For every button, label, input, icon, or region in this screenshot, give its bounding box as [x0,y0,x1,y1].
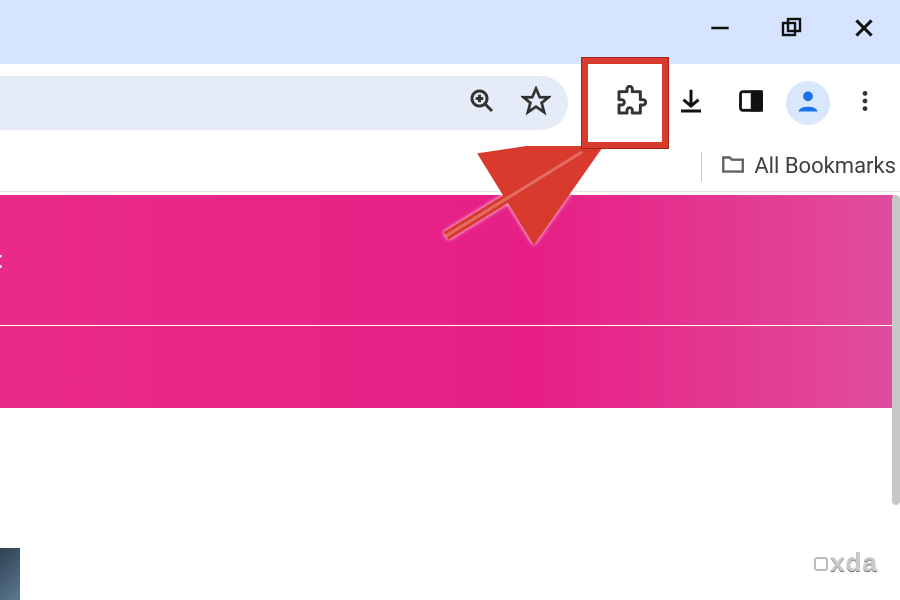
all-bookmarks-button[interactable]: All Bookmarks [720,151,896,183]
folder-icon [720,151,746,183]
close-icon [851,15,877,45]
bookmarks-bar: All Bookmarks [0,142,900,192]
maximize-icon [780,16,804,44]
window-titlebar [0,0,900,64]
minimize-button[interactable] [698,8,742,52]
close-button[interactable] [842,8,886,52]
minimize-icon [707,15,733,45]
page-header-text-fragment: t [0,246,2,274]
extensions-icon [615,85,647,121]
more-vert-icon [852,88,878,118]
page-scrollbar[interactable] [888,195,900,600]
page-content: t [0,195,895,600]
download-icon [676,86,706,120]
zoom-in-icon [467,86,497,120]
scrollbar-thumb[interactable] [892,195,900,505]
maximize-button[interactable] [770,8,814,52]
browser-toolbar [0,64,900,142]
side-panel-icon [737,87,765,119]
separator [701,152,702,182]
content-thumbnail-fragment [0,548,20,600]
page-subheader-band [0,326,893,408]
side-panel-button[interactable] [726,78,776,128]
extensions-button[interactable] [606,78,656,128]
bookmark-page-button[interactable] [518,85,554,121]
profile-button[interactable] [786,81,830,125]
menu-button[interactable] [840,78,890,128]
downloads-button[interactable] [666,78,716,128]
profile-icon [794,87,822,119]
address-bar[interactable] [0,76,568,130]
all-bookmarks-label: All Bookmarks [754,154,896,179]
page-header-band: t [0,195,893,325]
star-icon [521,86,551,120]
zoom-indicator-button[interactable] [464,85,500,121]
